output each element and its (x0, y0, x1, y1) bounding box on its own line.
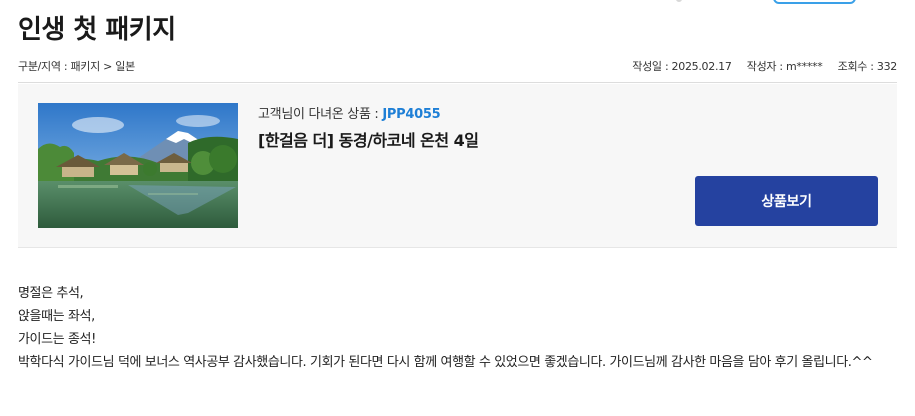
top-partial-button[interactable] (773, 0, 856, 4)
review-detail-page: 인생 첫 패키지 구분/지역 : 패키지 > 일본 작성일 : 2025.02.… (0, 0, 915, 416)
product-code: JPP4055 (382, 107, 441, 122)
review-line: 박학다식 가이드님 덕에 보너스 역사공부 감사했습니다. 기회가 된다면 다시… (18, 355, 873, 370)
product-card: 고객님이 다녀온 상품 : JPP4055 [한걸음 더] 동경/하코네 온천 … (18, 84, 897, 248)
review-body: 명절은 추석, 앉을때는 좌석, 가이드는 종석! 박학다식 가이드님 덕에 보… (18, 282, 908, 374)
product-name: [한걸음 더] 동경/하코네 온천 4일 (258, 131, 479, 150)
review-line: 명절은 추석, (18, 286, 84, 301)
product-code-line: 고객님이 다녀온 상품 : JPP4055 (258, 103, 441, 122)
post-author: 작성자 : m***** (746, 60, 823, 73)
breadcrumb: 구분/지역 : 패키지 > 일본 (18, 60, 135, 73)
top-partial-icon (676, 0, 682, 2)
product-code-label: 고객님이 다녀온 상품 : (258, 107, 383, 122)
post-date: 작성일 : 2025.02.17 (632, 60, 732, 73)
product-thumbnail[interactable] (38, 103, 238, 228)
page-title: 인생 첫 패키지 (18, 15, 176, 45)
post-info: 작성일 : 2025.02.17 작성자 : m***** 조회수 : 332 (620, 58, 897, 74)
post-views: 조회수 : 332 (837, 60, 898, 73)
view-product-button[interactable]: 상품보기 (695, 176, 878, 226)
meta-row: 구분/지역 : 패키지 > 일본 작성일 : 2025.02.17 작성자 : … (18, 58, 897, 74)
review-line: 앉을때는 좌석, (18, 309, 95, 324)
divider (18, 82, 897, 83)
review-line: 가이드는 종석! (18, 332, 96, 347)
